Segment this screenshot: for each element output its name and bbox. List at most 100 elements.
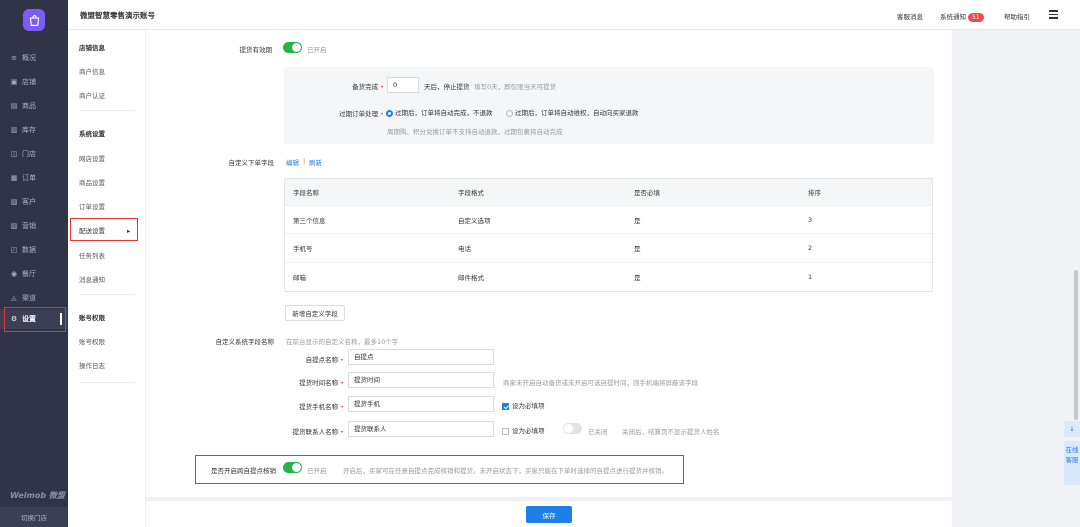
table-cell: 邮箱 (293, 274, 306, 282)
sidebar-item-label: 店铺 (22, 78, 36, 86)
sidebar-item-store[interactable]: ▣ 店铺 (0, 72, 68, 92)
column-header: 排序 (808, 189, 821, 197)
custom-fields-table: 字段名称 字段格式 是否必填 排序 第三个信息 自定义选项 是 3 手机号 电话… (284, 178, 933, 292)
pickup-name-text: 自提点名称 (305, 356, 339, 364)
sidebar-item-label: 概况 (22, 54, 36, 62)
custom-fields-label: 自定义下单字段 (228, 159, 275, 167)
edit-link[interactable]: 编辑 (286, 157, 299, 167)
sidebar-item-products[interactable]: ▤ 商品 (0, 96, 68, 116)
pickup-validity-toggle[interactable] (283, 42, 302, 53)
expired-option-refund[interactable]: 过期后，订单将自动维权，自动向买家退款 (506, 107, 639, 117)
required-mark: • (340, 379, 344, 387)
pickup-contact-input[interactable]: 提货联系人 (348, 421, 494, 437)
stock-days-unit: 天后，停止提货 (424, 83, 470, 91)
table-cell: 是 (634, 274, 641, 282)
order-icon: ▦ (10, 174, 18, 182)
stock-days-input[interactable]: 0 (387, 77, 419, 93)
subnav-message-notice[interactable]: 消息通知 (79, 274, 105, 284)
switch-store-button[interactable]: 切换门店 (0, 507, 68, 527)
download-icon[interactable]: ↓ (1064, 421, 1080, 437)
scrollbar[interactable] (1074, 270, 1078, 420)
save-bar: 保存 (146, 500, 952, 527)
pickup-time-hint: 商家未开启自动备货或未开启可选自提时间，则手机端将屏蔽该字段 (503, 379, 698, 387)
system-notice-link[interactable]: 系统通知 51 (940, 11, 984, 22)
pickup-name-input[interactable]: 自提点 (348, 349, 494, 365)
custom-sys-hint: 在前台显示的自定义名称，最多10个字 (286, 338, 399, 346)
stock-done-text: 备货完成 (352, 83, 379, 91)
app-logo[interactable] (23, 9, 45, 31)
pickup-contact-required-checkbox[interactable]: 设为必填项 (502, 425, 545, 435)
subnav-operation-log[interactable]: 操作日志 (79, 360, 105, 370)
online-service-button[interactable]: 在线客服 (1064, 441, 1080, 485)
pickup-time-input[interactable]: 提货时间 (348, 372, 494, 388)
pickup-contact-required-label: 设为必填项 (512, 427, 545, 435)
subnav-divider (79, 382, 135, 383)
table-row: 手机号 电话 是 2 (285, 233, 932, 262)
save-button[interactable]: 保存 (526, 506, 572, 523)
pickup-contact-toggle[interactable] (563, 423, 582, 434)
radio-selected (386, 109, 393, 117)
pickup-phone-required-checkbox[interactable]: 设为必填项 (502, 400, 545, 410)
table-cell: 3 (808, 215, 813, 224)
highlight-settings (4, 307, 66, 332)
brand-logo: Weimob 微盟 (10, 491, 65, 500)
overview-icon: ≡ (11, 54, 17, 62)
subnav-order-settings[interactable]: 订单设置 (79, 201, 105, 211)
sidebar-item-overview[interactable]: ≡ 概况 (0, 48, 68, 68)
outlet-icon: ◫ (10, 150, 18, 158)
product-icon: ▤ (10, 102, 18, 110)
sidebar-item-restaurant[interactable]: ◉ 餐厅 (0, 264, 68, 284)
refresh-link[interactable]: 刷新 (309, 157, 322, 167)
sidebar-item-customers[interactable]: ▧ 客户 (0, 192, 68, 212)
add-custom-field-button[interactable]: 新增自定义字段 (285, 305, 345, 321)
subnav-website-settings[interactable]: 网店设置 (79, 153, 105, 163)
data-icon: ◰ (10, 246, 18, 254)
checkbox-checked (502, 402, 509, 410)
sidebar-item-data[interactable]: ◰ 数据 (0, 240, 68, 260)
notice-count-badge: 51 (968, 13, 984, 22)
pickup-phone-input[interactable]: 提货手机 (348, 396, 494, 412)
subnav-merchant-info[interactable]: 商户信息 (79, 66, 105, 76)
channel-icon: ◬ (11, 294, 17, 302)
restaurant-icon: ◉ (10, 270, 18, 278)
custom-sys-label: 自定义系统字段名称 (215, 338, 275, 346)
required-mark: • (340, 428, 344, 436)
right-gutter (952, 30, 1080, 527)
table-cell: 第三个信息 (293, 216, 326, 225)
subnav-task-list[interactable]: 任务列表 (79, 250, 105, 260)
pickup-phone-label: 提货手机名称 • (286, 401, 344, 411)
column-header: 是否必填 (634, 189, 660, 197)
expired-option-complete[interactable]: 过期后，订单将自动完成，不退款 (386, 107, 493, 117)
subnav-heading-account: 账号权限 (79, 314, 105, 322)
pickup-name-label: 自提点名称 • (286, 354, 344, 364)
help-link[interactable]: 帮助指引 (1004, 11, 1030, 21)
sidebar-item-orders[interactable]: ▦ 订单 (0, 168, 68, 188)
service-message-link[interactable]: 客服消息 (897, 11, 923, 21)
sidebar-item-label: 渠道 (22, 294, 36, 302)
table-cell: 是 (634, 245, 641, 253)
stock-done-label: 备货完成 • (320, 81, 384, 91)
store-bag-icon (29, 14, 39, 26)
expired-order-label: 过期订单处理 • (316, 108, 384, 118)
subnav-merchant-auth[interactable]: 商户认证 (79, 90, 105, 100)
highlight-delivery-settings (70, 218, 138, 241)
sidebar-item-label: 客户 (22, 198, 36, 206)
pickup-validity-panel (284, 67, 934, 144)
table-row: 第三个信息 自定义选项 是 3 (285, 205, 932, 233)
pickup-contact-label: 提货联系人名称 • (280, 426, 344, 436)
sidebar-item-marketing[interactable]: ▨ 营销 (0, 216, 68, 236)
table-cell: 电话 (458, 245, 471, 253)
sidebar-item-label: 库存 (22, 126, 36, 134)
sidebar-item-channels[interactable]: ◬ 渠道 (0, 288, 68, 308)
sidebar-item-outlets[interactable]: ◫ 门店 (0, 144, 68, 164)
required-mark: • (340, 403, 344, 411)
sidebar-item-inventory[interactable]: ▥ 库存 (0, 120, 68, 140)
required-mark: • (380, 83, 384, 91)
subnav-account-perm[interactable]: 账号权限 (79, 336, 105, 346)
checkbox-unchecked (502, 427, 509, 435)
sidebar-item-label: 门店 (22, 150, 36, 158)
pickup-time-text: 提货时间名称 (299, 379, 339, 387)
hamburger-menu-icon[interactable] (1049, 10, 1058, 19)
subnav-product-settings[interactable]: 商品设置 (79, 177, 105, 187)
sidebar-item-label: 餐厅 (22, 270, 36, 278)
